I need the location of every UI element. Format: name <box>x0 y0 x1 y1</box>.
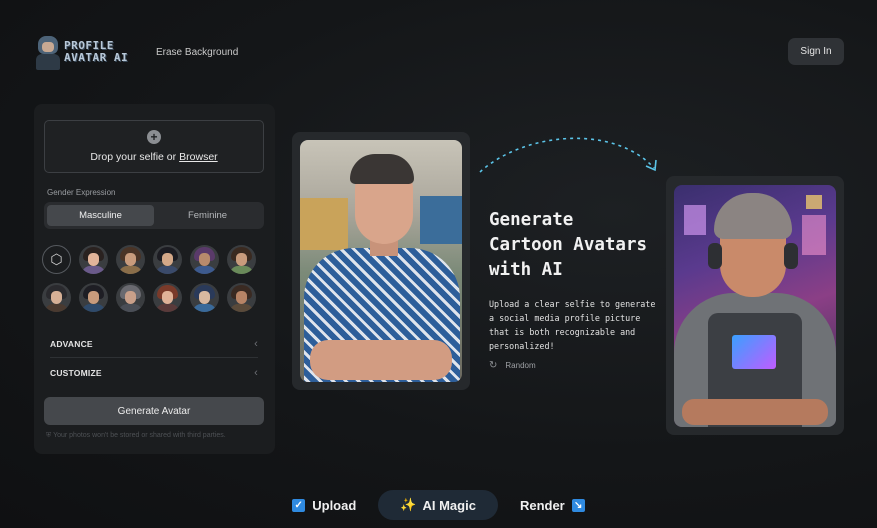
gender-option-feminine[interactable]: Feminine <box>154 205 261 226</box>
style-avatar[interactable] <box>79 245 108 274</box>
magic-wand-icon: ✨ <box>400 497 417 512</box>
style-avatar[interactable] <box>190 245 219 274</box>
generator-panel: + Drop your selfie or Browser Gender Expr… <box>34 104 275 454</box>
chevron-left-icon: ‹ <box>254 367 258 379</box>
style-avatar[interactable] <box>116 245 145 274</box>
advance-label: ADVANCE <box>50 339 93 349</box>
step-indicator: ✓ Upload ✨ AI Magic Render ↘ <box>0 490 877 520</box>
random-button[interactable]: ↻ Random <box>489 360 536 371</box>
step-ai-magic: ✨ AI Magic <box>378 490 498 520</box>
hero-title: Generate Cartoon Avatars with AI <box>489 208 659 283</box>
divider <box>50 357 258 358</box>
random-label: Random <box>505 361 536 370</box>
hero-section: Generate Cartoon Avatars with AI Upload … <box>489 208 659 353</box>
style-avatar[interactable] <box>227 245 256 274</box>
header: PROFILE AVATAR AI Erase Background Sign … <box>0 0 877 100</box>
step-upload-label: Upload <box>312 497 357 513</box>
style-avatar[interactable] <box>42 283 71 312</box>
avatar-result-card <box>666 176 844 435</box>
shield-icon: ⛨ <box>46 432 52 439</box>
browse-link[interactable]: Browser <box>179 151 218 163</box>
selfie-photo <box>300 140 462 382</box>
customize-section[interactable]: CUSTOMIZE ‹ <box>50 362 258 384</box>
dashed-arrow-icon <box>479 137 657 173</box>
selfie-dropzone[interactable]: + Drop your selfie or Browser <box>44 120 264 173</box>
style-avatar[interactable] <box>153 245 182 274</box>
step-render: Render ↘ <box>498 490 607 520</box>
dropzone-label: Drop your selfie or Browser <box>90 151 217 163</box>
selfie-preview-card <box>292 132 470 390</box>
generate-avatar-button[interactable]: Generate Avatar <box>44 397 264 425</box>
refresh-icon: ↻ <box>489 360 498 371</box>
advance-section[interactable]: ADVANCE ‹ <box>50 333 258 355</box>
chevron-left-icon: ‹ <box>254 338 258 350</box>
privacy-text: Your photos won't be stored or shared wi… <box>53 432 226 439</box>
dropzone-text: Drop your selfie or <box>90 151 177 163</box>
step-upload: ✓ Upload <box>270 490 378 520</box>
logo-mascot-icon <box>34 32 62 72</box>
arrow-down-right-icon: ↘ <box>571 498 585 512</box>
hero-title-line-2: Cartoon Avatars <box>489 235 648 255</box>
style-avatar[interactable] <box>227 283 256 312</box>
avatar-style-grid: ⬡ <box>42 245 268 312</box>
logo[interactable]: PROFILE AVATAR AI <box>34 30 130 74</box>
checkbox-icon: ✓ <box>292 498 306 512</box>
logo-line-2: AVATAR AI <box>64 51 129 64</box>
style-avatar[interactable] <box>190 283 219 312</box>
customize-label: CUSTOMIZE <box>50 368 102 378</box>
step-render-label: Render <box>519 497 565 513</box>
step-ai-magic-label: AI Magic <box>422 497 476 513</box>
hero-title-line-1: Generate <box>489 210 574 230</box>
cartoon-avatar-image <box>674 185 836 427</box>
cube-icon[interactable]: ⬡ <box>42 245 71 274</box>
gender-toggle: Masculine Feminine <box>44 202 264 229</box>
sign-in-button[interactable]: Sign In <box>788 38 844 65</box>
privacy-note: ⛨ Your photos won't be stored or shared … <box>46 432 226 440</box>
plus-icon: + <box>147 130 161 144</box>
gender-option-masculine[interactable]: Masculine <box>47 205 154 226</box>
nav-erase-background[interactable]: Erase Background <box>156 47 238 58</box>
style-avatar[interactable] <box>116 283 145 312</box>
hero-title-line-3: with AI <box>489 260 563 280</box>
style-avatar[interactable] <box>153 283 182 312</box>
hero-description: Upload a clear selfie to generate a soci… <box>489 299 656 351</box>
logo-text: PROFILE AVATAR AI <box>64 40 128 64</box>
gender-expression-label: Gender Expression <box>47 188 116 197</box>
style-avatar[interactable] <box>79 283 108 312</box>
